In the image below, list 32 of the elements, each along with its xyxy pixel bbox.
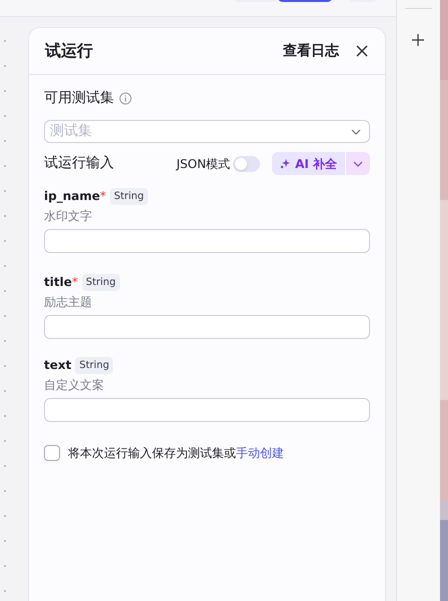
input-field[interactable] [44, 229, 370, 253]
input-field[interactable] [44, 315, 370, 339]
field-name: text [44, 357, 72, 374]
ai-complete-button[interactable]: AI 补全 [272, 152, 345, 175]
add-icon[interactable] [411, 33, 425, 47]
input-field[interactable] [44, 398, 370, 422]
dropdown-button[interactable] [346, 152, 370, 175]
section-label: 试运行输入 [44, 154, 114, 173]
field-label: 可用测试集 [44, 89, 114, 108]
view-log-link[interactable]: 查看日志 [283, 40, 339, 62]
field-description: 水印文字 [44, 208, 93, 225]
close-icon[interactable] [355, 44, 369, 58]
field-description: 自定义文案 [44, 377, 105, 394]
toggle-label: JSON模式 [176, 156, 230, 172]
type-tag: String [75, 356, 114, 374]
select-placeholder: 测试集 [50, 122, 92, 141]
panel-title: 试运行 [45, 40, 93, 62]
checkbox[interactable] [44, 445, 60, 461]
chevron-down-icon [353, 160, 363, 166]
field-name: title [44, 274, 72, 291]
chevron-down-icon [351, 128, 361, 134]
info-icon [119, 92, 132, 105]
field-name: ip_name [44, 188, 100, 205]
required-mark: * [72, 274, 78, 291]
manual-create-link[interactable]: 手动创建 [236, 446, 284, 460]
type-tag: String [82, 274, 120, 290]
required-mark: * [100, 188, 106, 205]
save-option-text: 将本次运行输入保存为测试集或手动创建 [68, 445, 284, 462]
json-mode-toggle[interactable] [233, 156, 260, 172]
field-description: 励志主题 [44, 294, 93, 311]
sparkle-icon [280, 158, 292, 169]
type-tag: String [110, 188, 148, 204]
